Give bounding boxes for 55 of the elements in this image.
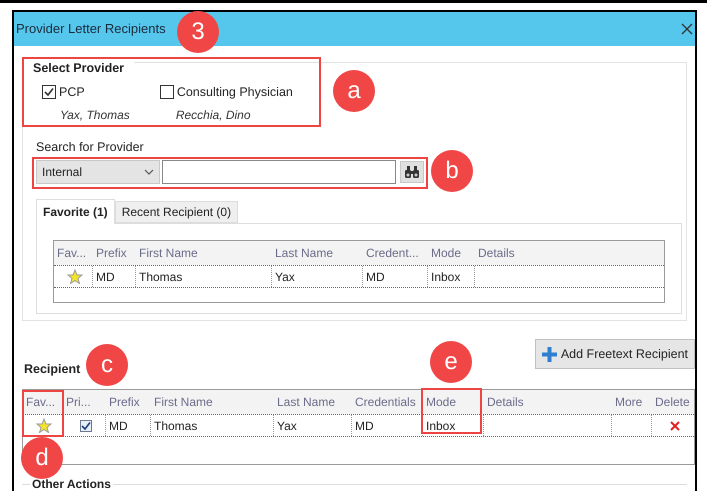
column-header[interactable]: First Name [136,241,272,266]
column-header[interactable]: First Name [151,390,274,414]
provider-name: Recchia, Dino [174,106,252,124]
checkbox[interactable] [80,420,92,432]
checkbox-label[interactable]: PCP [59,82,85,102]
column-header[interactable]: Last Name [274,390,352,414]
table-cell: MD [352,415,423,436]
column-header[interactable]: Fav... [23,390,63,414]
group-title: Other Actions [30,478,113,491]
close-icon [681,23,693,35]
table-row[interactable]: MD Thomas Yax MD Inbox [54,265,664,288]
highlight-frame [421,388,482,434]
window-title: Provider Letter Recipients [16,20,166,38]
table-cell: Inbox [423,415,484,436]
column-header[interactable]: Details [475,241,664,266]
column-header[interactable]: Fav... [54,241,93,266]
plus-icon [542,346,557,362]
close-icon [670,420,680,431]
checkbox[interactable] [42,85,56,100]
column-header[interactable]: More [612,390,652,414]
column-header[interactable]: Details [484,390,612,414]
scope-dropdown[interactable]: Internal [36,160,160,184]
tab[interactable]: Recent Recipient (0) [114,201,238,224]
table-cell: MD [93,266,136,288]
add-freetext-button[interactable]: Add Freetext Recipient [534,339,695,370]
search-button[interactable] [400,161,424,184]
section-title: Recipient [24,362,80,378]
search-field[interactable] [162,160,396,184]
column-header[interactable]: Mode [428,241,475,266]
column-header[interactable]: Credent... [363,241,428,266]
chevron-down-icon [144,169,154,176]
table-cell: Yax [274,415,352,436]
table-cell: Thomas [151,415,274,436]
column-header[interactable]: Prefix [93,241,136,266]
table-cell: Inbox [428,266,475,288]
provider-name: Yax, Thomas [59,106,130,124]
checkbox[interactable] [160,85,174,100]
table-row[interactable]: MD Thomas Yax MD Inbox [23,414,694,438]
table-cell: MD [363,266,428,288]
tab[interactable]: Favorite (1) [36,199,115,224]
column-header[interactable]: Prefix [106,390,151,414]
delete-button[interactable] [670,420,680,431]
highlight-frame [22,390,64,437]
field-label: Search for Provider [35,138,145,156]
column-header[interactable]: Last Name [272,241,363,266]
table-cell: Thomas [136,266,272,288]
column-header[interactable]: Mode [423,390,484,414]
column-header[interactable]: Credentials [352,390,423,414]
table-cell: Yax [272,266,363,288]
close-button[interactable] [681,23,693,35]
checkbox-label[interactable]: Consulting Physician [176,82,293,102]
binoculars-icon [404,165,420,180]
column-header[interactable]: Delete [652,390,694,414]
table-cell: MD [106,415,151,436]
column-header[interactable]: Pri... [63,390,106,414]
